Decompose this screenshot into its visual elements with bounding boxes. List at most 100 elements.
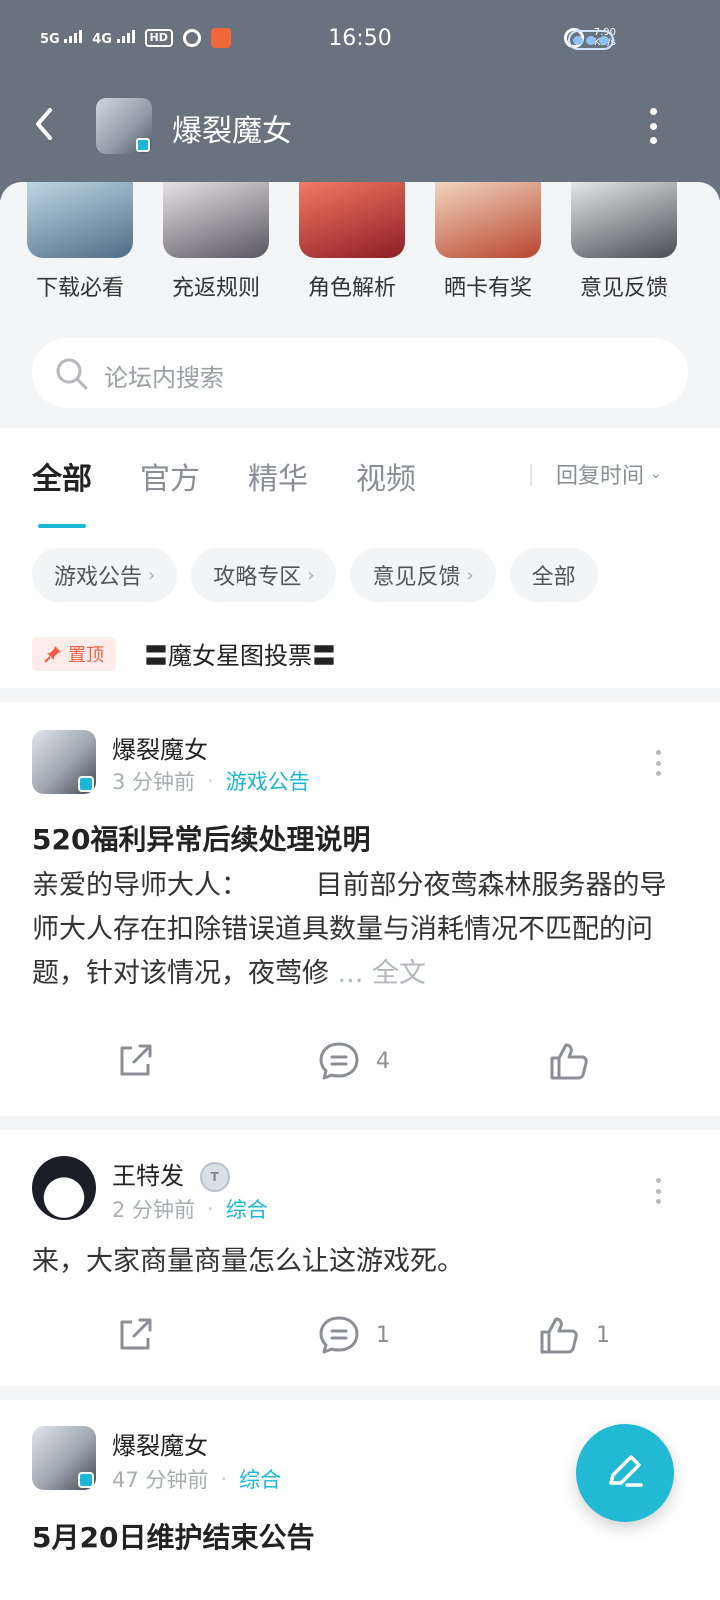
- chip-guides[interactable]: 攻略专区 ›: [191, 548, 337, 602]
- post-time: 47 分钟前: [112, 1468, 209, 1492]
- tab-featured[interactable]: 精华: [248, 454, 308, 504]
- top-header: 5G 4G HD 16:50 7.90 KB/s 爆裂: [0, 0, 720, 200]
- chip-label: 攻略专区: [213, 565, 302, 590]
- like-icon: [540, 1317, 578, 1354]
- post-category[interactable]: 综合: [226, 1194, 268, 1224]
- like-button[interactable]: 1: [538, 1314, 610, 1356]
- comment-count: 4: [376, 1048, 390, 1074]
- post-title: 5月20日维护结束公告: [32, 1521, 315, 1554]
- chip-label: 全部: [531, 565, 576, 590]
- post-author[interactable]: 王特发 T: [112, 1156, 230, 1192]
- search-placeholder: 论坛内搜索: [104, 364, 224, 392]
- comment-button[interactable]: 4: [318, 1040, 390, 1082]
- post-category[interactable]: 游戏公告: [226, 766, 310, 796]
- level-badge-icon: T: [199, 1162, 230, 1192]
- search-bar[interactable]: 论坛内搜索: [32, 338, 688, 408]
- share-icon: [120, 1044, 152, 1076]
- shortcut-item[interactable]: 角色解析: [282, 182, 422, 302]
- shortcut-image: [435, 182, 541, 258]
- compose-button[interactable]: [576, 1424, 674, 1522]
- post-author[interactable]: 爆裂魔女: [112, 730, 208, 765]
- sort-label: 回复时间: [556, 464, 645, 489]
- share-button[interactable]: [114, 1040, 156, 1082]
- post-meta: 2 分钟前 · 综合: [112, 1194, 268, 1224]
- official-badge-icon: [78, 776, 94, 792]
- shortcut-label: 下载必看: [35, 276, 124, 301]
- post-time: 3 分钟前: [112, 770, 196, 794]
- sort-dropdown[interactable]: 回复时间 ⌄: [556, 458, 662, 490]
- avatar[interactable]: [32, 1156, 96, 1220]
- post-more-icon[interactable]: [656, 1178, 662, 1204]
- shortcut-row: 下载必看 充返规则 角色解析 晒卡有奖 意见反馈: [0, 182, 720, 314]
- avatar[interactable]: [32, 730, 96, 794]
- read-full-link[interactable]: 全文: [372, 958, 426, 989]
- like-icon: [550, 1043, 588, 1080]
- post-card[interactable]: 爆裂魔女 3 分钟前 · 游戏公告 520福利异常后续处理说明 亲爱的导师大人：…: [0, 702, 720, 1116]
- avatar[interactable]: [32, 1426, 96, 1490]
- post-category[interactable]: 综合: [239, 1464, 281, 1494]
- category-chips: 游戏公告 › 攻略专区 › 意见反馈 › 全部: [32, 548, 598, 602]
- official-badge-icon: [78, 1472, 94, 1488]
- shortcut-image: [299, 182, 405, 258]
- chip-label: 游戏公告: [54, 565, 143, 590]
- shortcut-item[interactable]: 充返规则: [146, 182, 286, 302]
- more-icon[interactable]: [648, 108, 658, 144]
- chip-game-announcement[interactable]: 游戏公告 ›: [32, 548, 178, 602]
- comment-button[interactable]: 1: [318, 1314, 390, 1356]
- pinned-badge: 置顶: [32, 636, 116, 671]
- chevron-down-icon: ⌄: [650, 466, 662, 482]
- tab-all[interactable]: 全部: [32, 454, 92, 528]
- post-author-name: 王特发: [112, 1162, 184, 1190]
- comment-icon: [319, 1042, 359, 1080]
- comment-count: 1: [376, 1322, 390, 1348]
- tab-divider: [530, 464, 532, 486]
- share-icon: [120, 1318, 152, 1350]
- meta-separator: ·: [207, 769, 214, 793]
- meta-separator: ·: [220, 1467, 228, 1491]
- shortcut-item[interactable]: 下载必看: [10, 182, 150, 302]
- back-icon[interactable]: [30, 104, 58, 144]
- shortcut-item[interactable]: 意见反馈: [554, 182, 694, 302]
- chip-label: 意见反馈: [372, 565, 461, 590]
- chip-feedback[interactable]: 意见反馈 ›: [350, 548, 496, 602]
- section-divider: [0, 1386, 720, 1400]
- forum-title: 爆裂魔女: [172, 114, 292, 149]
- post-more-icon[interactable]: [656, 750, 662, 776]
- chevron-right-icon: ›: [148, 564, 156, 586]
- chip-all[interactable]: 全部: [509, 548, 598, 602]
- section-divider: [0, 1116, 720, 1130]
- shortcut-label: 充返规则: [171, 276, 260, 301]
- chevron-right-icon: ›: [466, 564, 474, 586]
- post-actions: 4: [0, 1040, 720, 1100]
- status-bar: 5G 4G HD 16:50 7.90 KB/s: [0, 22, 720, 62]
- post-title: 520福利异常后续处理说明: [32, 823, 371, 856]
- post-excerpt: 来，大家商量商量怎么让这游戏死。: [32, 1246, 464, 1277]
- meta-separator: ·: [207, 1197, 214, 1221]
- shortcut-image: [163, 182, 269, 258]
- pinned-title: 〓魔女星图投票〓: [144, 642, 336, 670]
- compose-icon: [609, 1455, 643, 1487]
- shortcut-image: [571, 182, 677, 258]
- shortcut-image: [27, 182, 133, 258]
- post-actions: 1 1: [0, 1314, 720, 1374]
- tab-official[interactable]: 官方: [140, 454, 200, 504]
- post-time: 2 分钟前: [112, 1198, 196, 1222]
- section-divider: [0, 688, 720, 702]
- like-button[interactable]: [548, 1040, 606, 1082]
- share-button[interactable]: [114, 1314, 156, 1356]
- pinned-post[interactable]: 置顶 〓魔女星图投票〓: [32, 636, 336, 671]
- post-card[interactable]: 王特发 T 2 分钟前 · 综合 来，大家商量商量怎么让这游戏死。 1 1: [0, 1130, 720, 1386]
- shortcut-label: 角色解析: [307, 276, 396, 301]
- forum-sheet: 下载必看 充返规则 角色解析 晒卡有奖 意见反馈 论坛内搜索 全部 官方 精华 …: [0, 182, 720, 1600]
- shortcut-item[interactable]: 晒卡有奖: [418, 182, 558, 302]
- shortcut-label: 晒卡有奖: [443, 276, 532, 301]
- tab-bar: 全部 官方 精华 视频: [32, 454, 464, 528]
- pin-icon: [44, 645, 61, 663]
- post-ellipsis: ...: [337, 958, 364, 989]
- like-count: 1: [596, 1322, 610, 1348]
- post-excerpt: 亲爱的导师大人： 目前部分夜莺森林服务器的导师大人存在扣除错误道具数量与消耗情况…: [32, 864, 688, 996]
- post-meta: 3 分钟前 · 游戏公告: [112, 766, 310, 796]
- tab-video[interactable]: 视频: [356, 454, 416, 504]
- forum-avatar[interactable]: [96, 98, 152, 154]
- post-author[interactable]: 爆裂魔女: [112, 1426, 208, 1461]
